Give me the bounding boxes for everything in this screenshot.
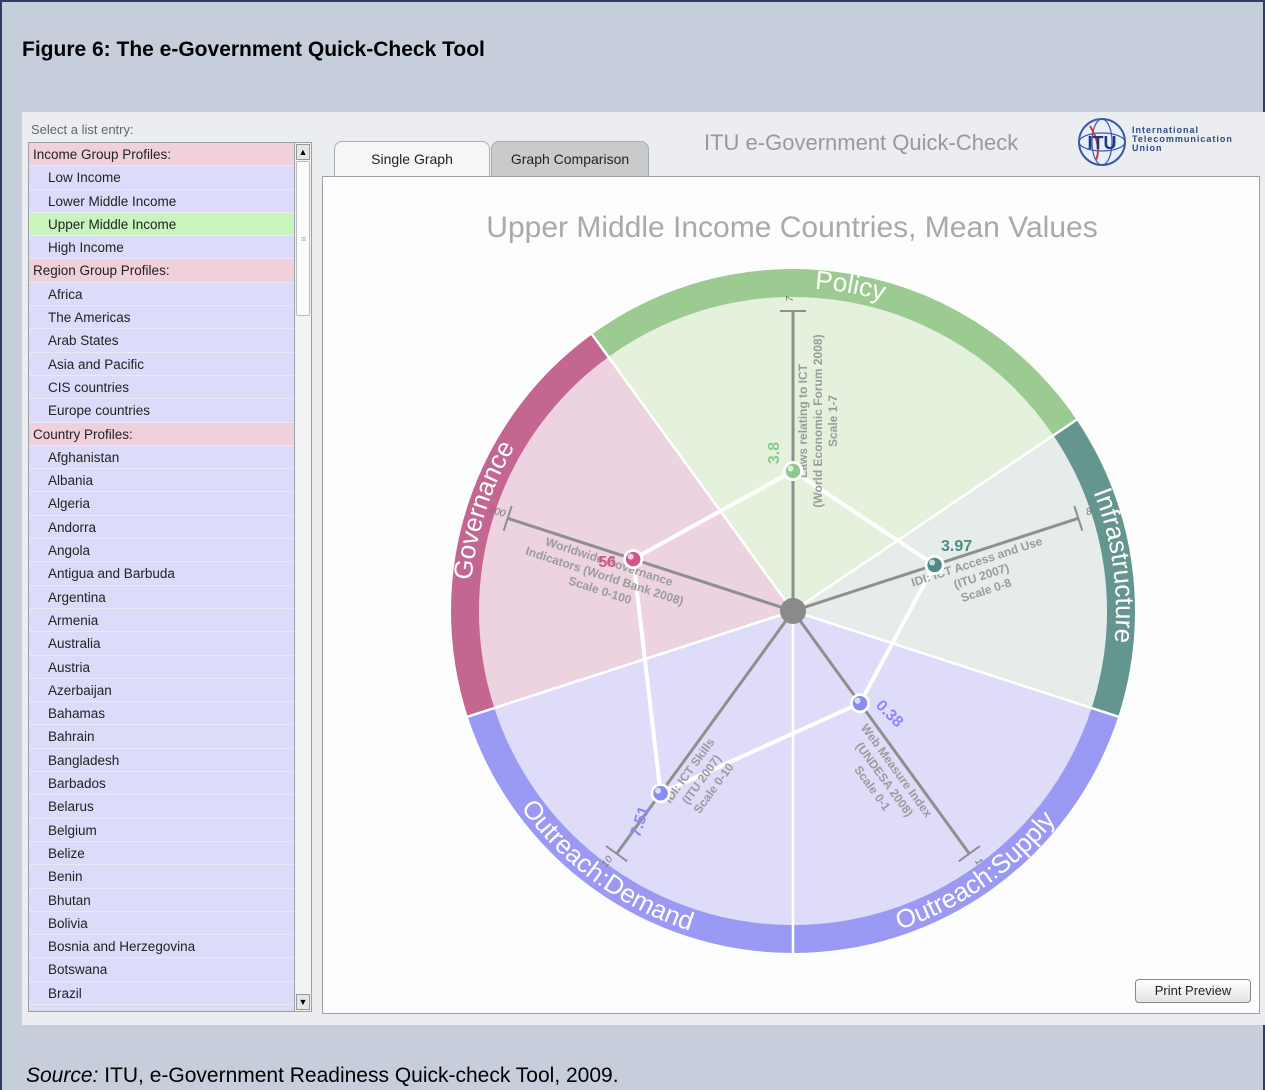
list-item[interactable]: Upper Middle Income [29,212,295,237]
itu-logo-text: International Telecommunication Union [1132,126,1233,153]
list-item[interactable]: Algeria [29,492,295,516]
list-item[interactable]: Azerbaijan [29,678,295,703]
value-marker [624,550,642,568]
list-item[interactable]: The Americas [29,306,295,330]
list-item[interactable]: Afghanistan [29,445,295,470]
axis-label-line: (World Economic Forum 2008) [811,334,825,507]
list-group-header: Region Group Profiles: [29,259,295,283]
graph-panel: Upper Middle Income Countries, Mean Valu… [322,176,1260,1014]
source-text: ITU, e-Government Readiness Quick-check … [98,1064,619,1087]
tab-graph-comparison[interactable]: Graph Comparison [491,141,649,177]
tab-single-graph[interactable]: Single Graph [334,141,490,178]
list-item[interactable]: Africa [29,282,295,307]
app-title: ITU e-Government Quick-Check [704,130,1019,155]
list-item[interactable]: Bahamas [29,702,295,726]
list-item[interactable]: Barbados [29,772,295,796]
value-marker-shine [655,787,662,794]
list-item[interactable]: Bosnia and Herzegovina [29,935,295,959]
list-item[interactable]: Argentina [29,585,295,609]
list-group-header: Income Group Profiles: [29,143,295,167]
quick-check-app: Select a list entry: Income Group Profil… [22,112,1265,1025]
value-marker-shine [787,465,794,472]
list-item[interactable]: Lower Middle Income [29,189,295,213]
value-marker-shine [627,553,634,560]
list-item[interactable]: CIS countries [29,375,295,400]
radar-chart: PolicyInfrastructureOutreach:SupplyOutre… [447,265,1140,953]
list-item[interactable]: Belize [29,841,295,866]
source-line: Source: ITU, e-Government Readiness Quic… [26,1064,619,1088]
figure-frame: Figure 6: The e-Government Quick-Check T… [0,0,1265,1090]
scrollbar-thumb[interactable]: ≡ [296,161,310,316]
scroll-up-arrow-icon[interactable]: ▲ [296,144,310,160]
list-item[interactable]: High Income [29,236,295,260]
value-label: 56 [598,554,616,571]
itu-logo-mark: ITU [1088,133,1117,153]
list-item[interactable]: Arab States [29,329,295,353]
list-item[interactable]: Angola [29,539,295,563]
print-preview-button[interactable]: Print Preview [1135,979,1251,1003]
list-item[interactable]: Low Income [29,166,295,190]
axis-max-label: 7 [785,296,796,302]
list-item[interactable]: Asia and Pacific [29,352,295,376]
value-marker [784,462,802,480]
list-item[interactable]: Australia [29,632,295,656]
scroll-down-arrow-icon[interactable]: ▼ [296,994,310,1010]
axis-label-line: Laws relating to ICT [796,363,810,478]
list-item[interactable]: Bangladesh [29,748,295,773]
figure-title: Figure 6: The e-Government Quick-Check T… [22,38,485,61]
profile-list[interactable]: Income Group Profiles: Low Income Lower Mi… [28,142,296,1012]
grip-icon: ≡ [301,234,307,244]
list-item[interactable]: Botswana [29,958,295,982]
list-item[interactable]: Brazil [29,981,295,1005]
list-item[interactable]: Antigua and Barbuda [29,562,295,586]
list-item[interactable]: Belarus [29,795,295,819]
list-scrollbar[interactable]: ▲ ≡ ▼ [294,142,312,1012]
value-label: 3.8 [766,442,783,464]
itu-logo-icon: ITU [1078,118,1126,166]
list-item[interactable]: Bahrain [29,725,295,749]
list-item[interactable]: Albania [29,469,295,493]
select-list-label: Select a list entry: [31,122,134,137]
axis-label-line: Scale 1-7 [826,395,840,447]
list-group-header: Country Profiles: [29,422,295,446]
list-item[interactable]: Bolivia [29,911,295,936]
source-label: Source: [26,1064,99,1087]
value-marker [851,694,869,712]
list-item[interactable]: Bhutan [29,888,295,912]
value-marker-shine [854,697,861,704]
value-label: 3.97 [941,538,972,555]
value-marker [925,556,944,574]
list-item[interactable]: Andorra [29,515,295,540]
list-item[interactable]: Benin [29,865,295,889]
list-item[interactable]: Belgium [29,818,295,842]
value-marker-shine [929,559,936,566]
list-item[interactable]: Europe countries [29,399,295,423]
itu-line: Union [1132,143,1163,153]
value-marker [651,784,670,803]
list-item[interactable]: Austria [29,655,295,679]
center-hub [780,598,806,624]
list-item[interactable]: Armenia [29,608,295,633]
